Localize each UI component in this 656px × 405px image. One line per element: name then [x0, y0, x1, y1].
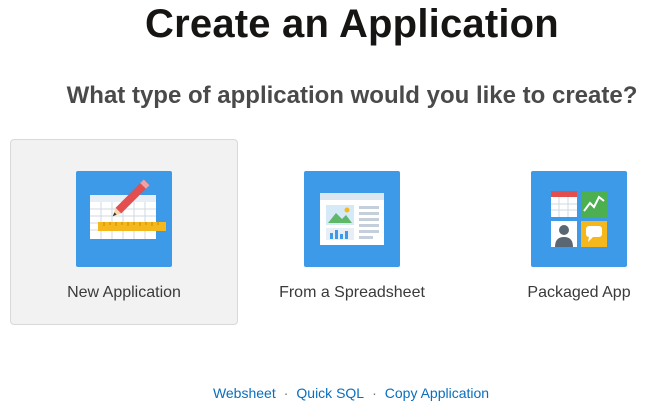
new-application-icon: [76, 171, 172, 267]
footer-links: Websheet · Quick SQL · Copy Application: [0, 385, 656, 401]
from-spreadsheet-label: From a Spreadsheet: [279, 284, 425, 301]
copy-application-link[interactable]: Copy Application: [385, 385, 489, 401]
link-separator: ·: [283, 385, 289, 401]
packaged-app-label: Packaged App: [527, 284, 631, 301]
spreadsheet-icon: [304, 171, 400, 267]
packaged-app-icon: [531, 171, 627, 267]
new-application-label: New Application: [67, 284, 181, 301]
page-subtitle: What type of application would you like …: [66, 82, 638, 109]
websheet-link[interactable]: Websheet: [213, 385, 276, 401]
link-separator: ·: [372, 385, 377, 401]
packaged-app-tile[interactable]: Packaged App: [465, 139, 656, 325]
page-title: Create an Application: [145, 2, 559, 46]
quick-sql-link[interactable]: Quick SQL: [296, 385, 364, 401]
create-application-page: Create an Application What type of appli…: [0, 0, 656, 405]
application-type-tiles: New Application From a Spreadsheet Packa…: [0, 139, 656, 325]
from-spreadsheet-tile[interactable]: From a Spreadsheet: [238, 139, 466, 325]
new-application-tile[interactable]: New Application: [10, 139, 238, 325]
